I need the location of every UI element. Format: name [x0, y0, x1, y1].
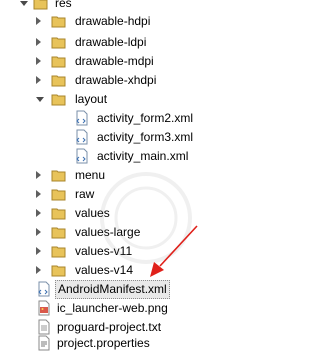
tree-row-values[interactable]: values — [0, 204, 204, 223]
xml-file-icon — [74, 110, 90, 126]
tree-row-values-large[interactable]: values-large — [0, 223, 204, 242]
tree-label-values-v14: values-v14 — [75, 263, 134, 277]
project-explorer-tree: res drawable-hdpi drawable-ldpi drawable… — [0, 0, 204, 351]
tree-label-drawable-xhdpi: drawable-xhdpi — [75, 73, 157, 87]
image-file-icon — [36, 300, 52, 316]
collapse-arrow-icon[interactable] — [36, 171, 41, 179]
xml-file-icon — [36, 281, 52, 297]
folder-icon — [51, 224, 67, 240]
tree-label-drawable-ldpi: drawable-ldpi — [75, 35, 147, 49]
expand-arrow-icon[interactable] — [20, 1, 28, 6]
collapse-arrow-icon[interactable] — [36, 190, 41, 198]
properties-file-icon — [36, 335, 52, 351]
tree-row-drawable-mdpi[interactable]: drawable-mdpi — [0, 52, 204, 71]
tree-row-values-v11[interactable]: values-v11 — [0, 242, 204, 261]
collapse-arrow-icon[interactable] — [36, 76, 41, 84]
tree-row-drawable-hdpi[interactable]: drawable-hdpi — [0, 12, 204, 31]
tree-label-values-v11: values-v11 — [75, 244, 133, 258]
expand-arrow-icon[interactable] — [36, 97, 44, 102]
folder-icon — [51, 91, 67, 107]
text-file-icon — [36, 319, 52, 335]
tree-row-android-manifest[interactable]: AndroidManifest.xml — [0, 280, 204, 299]
tree-label-values-large: values-large — [75, 225, 141, 239]
folder-icon — [33, 0, 49, 11]
xml-file-icon — [74, 129, 90, 145]
tree-label-drawable-mdpi: drawable-mdpi — [75, 54, 154, 68]
tree-label-project-properties: project.properties — [57, 336, 150, 350]
collapse-arrow-icon[interactable] — [36, 228, 41, 236]
tree-row-activity-form2[interactable]: activity_form2.xml — [0, 109, 204, 128]
collapse-arrow-icon[interactable] — [36, 247, 41, 255]
tree-row-activity-form3[interactable]: activity_form3.xml — [0, 128, 204, 147]
folder-icon — [51, 205, 67, 221]
tree-row-drawable-xhdpi[interactable]: drawable-xhdpi — [0, 71, 204, 90]
xml-file-icon — [74, 148, 90, 164]
collapse-arrow-icon[interactable] — [36, 57, 41, 65]
tree-row-values-v14[interactable]: values-v14 — [0, 261, 204, 280]
collapse-arrow-icon[interactable] — [36, 17, 41, 25]
folder-icon — [51, 34, 67, 50]
tree-row-ic-launcher-web[interactable]: ic_launcher-web.png — [0, 299, 204, 318]
tree-label-android-manifest: AndroidManifest.xml — [55, 280, 170, 299]
tree-label-activity-form2: activity_form2.xml — [97, 111, 194, 125]
tree-row-layout[interactable]: layout — [0, 90, 204, 109]
collapse-arrow-icon[interactable] — [36, 266, 41, 274]
tree-label-ic-launcher-web: ic_launcher-web.png — [57, 301, 168, 315]
folder-icon — [51, 243, 67, 259]
tree-label-layout: layout — [75, 92, 108, 106]
tree-label-activity-form3: activity_form3.xml — [97, 130, 194, 144]
collapse-arrow-icon[interactable] — [36, 209, 41, 217]
tree-label-menu: menu — [75, 168, 106, 182]
folder-icon — [51, 53, 67, 69]
tree-row-activity-main[interactable]: activity_main.xml — [0, 147, 204, 166]
tree-label-activity-main: activity_main.xml — [97, 149, 189, 163]
tree-row-project-properties[interactable]: project.properties — [0, 334, 204, 353]
folder-icon — [51, 262, 67, 278]
collapse-arrow-icon[interactable] — [36, 38, 41, 46]
tree-row-drawable-ldpi[interactable]: drawable-ldpi — [0, 33, 204, 52]
tree-row-menu[interactable]: menu — [0, 166, 204, 185]
tree-row-raw[interactable]: raw — [0, 185, 204, 204]
folder-icon — [51, 13, 67, 29]
tree-label-raw: raw — [75, 187, 95, 201]
tree-label-drawable-hdpi: drawable-hdpi — [75, 14, 151, 28]
folder-icon — [51, 167, 67, 183]
folder-icon — [51, 72, 67, 88]
tree-label-values: values — [75, 206, 110, 220]
tree-label-res: res — [55, 0, 72, 10]
folder-icon — [51, 186, 67, 202]
